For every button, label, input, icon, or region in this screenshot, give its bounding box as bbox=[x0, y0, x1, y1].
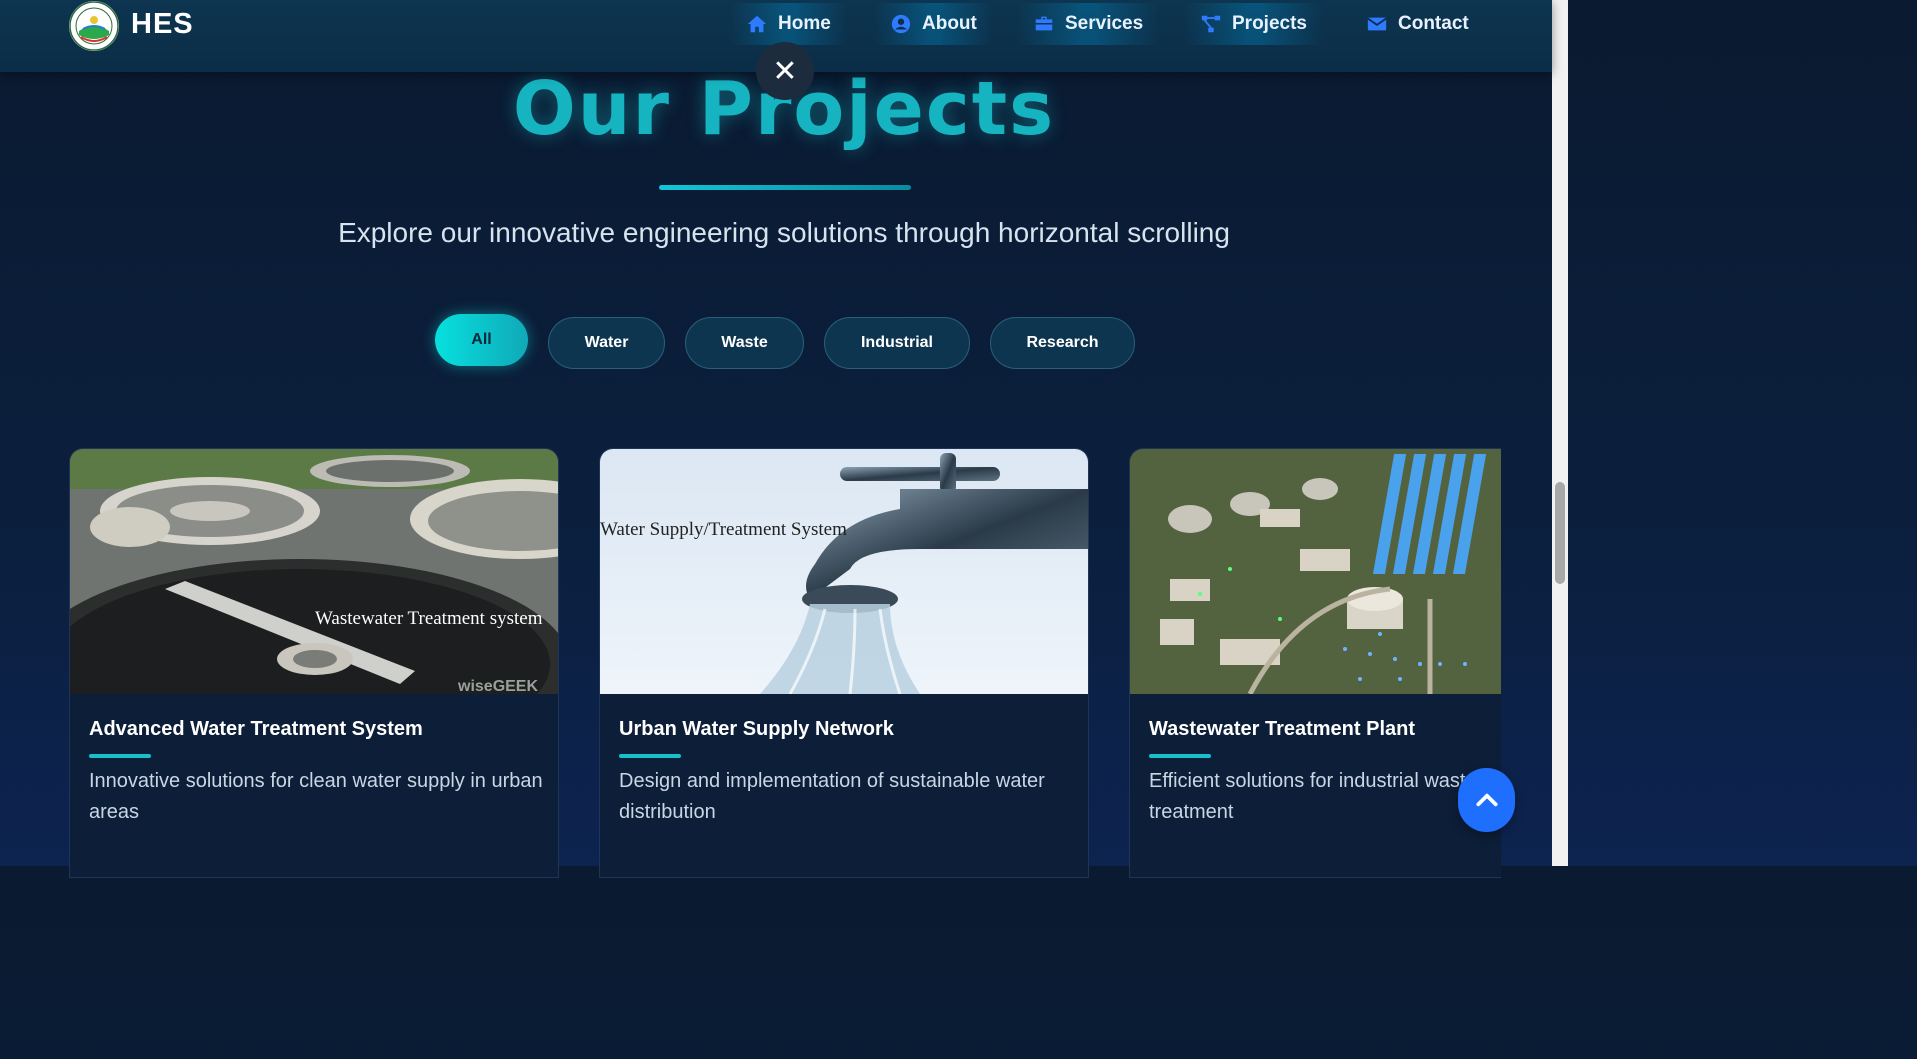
home-icon bbox=[747, 15, 767, 33]
filter-water[interactable]: Water bbox=[548, 317, 665, 369]
filter-research[interactable]: Research bbox=[990, 317, 1135, 369]
title-underline bbox=[659, 185, 911, 190]
image-caption: Wastewater Treatment system bbox=[315, 608, 543, 629]
project-description: Innovative solutions for clean water sup… bbox=[89, 770, 543, 823]
nav-services-label: Services bbox=[1065, 13, 1144, 34]
nav-contact-label: Contact bbox=[1398, 13, 1469, 34]
project-image: Water Supply/Treatment System bbox=[600, 449, 1088, 694]
close-button[interactable]: ✕ bbox=[756, 42, 814, 100]
project-description: Efficient solutions for industrial waste… bbox=[1149, 770, 1477, 823]
image-caption: Water Supply/Treatment System bbox=[600, 519, 847, 540]
project-diagram-icon bbox=[1201, 15, 1221, 33]
close-icon: ✕ bbox=[772, 54, 798, 88]
envelope-icon bbox=[1367, 17, 1387, 31]
image-watermark: wiseGEEK bbox=[457, 678, 538, 694]
scrollbar-track[interactable] bbox=[1552, 0, 1568, 866]
filter-industrial[interactable]: Industrial bbox=[824, 317, 970, 369]
filter-all[interactable]: All bbox=[435, 314, 528, 366]
title-accent-bar bbox=[1149, 754, 1211, 758]
filter-waste[interactable]: Waste bbox=[685, 317, 804, 369]
nav-home-label: Home bbox=[778, 13, 831, 34]
chevron-up-icon bbox=[1475, 793, 1498, 807]
project-card[interactable]: Wastewater Treatment Plant Efficient sol… bbox=[1129, 448, 1501, 878]
page-subtitle: Explore our innovative engineering solut… bbox=[338, 217, 1230, 248]
logo[interactable] bbox=[69, 1, 119, 51]
briefcase-icon bbox=[1035, 16, 1053, 31]
nav-about[interactable]: About bbox=[874, 3, 993, 45]
brand-name[interactable]: HES bbox=[131, 8, 194, 41]
nav-home[interactable]: Home bbox=[730, 3, 847, 45]
project-card[interactable]: Water Supply/Treatment System Urban Wate… bbox=[599, 448, 1089, 878]
project-title: Wastewater Treatment Plant bbox=[1149, 718, 1416, 740]
project-card[interactable]: Wastewater Treatment system wiseGEEK Adv… bbox=[69, 448, 559, 878]
scrollbar-thumb[interactable] bbox=[1555, 482, 1565, 584]
nav-about-label: About bbox=[922, 13, 977, 34]
nav-services[interactable]: Services bbox=[1017, 3, 1160, 45]
project-title: Urban Water Supply Network bbox=[619, 718, 894, 740]
project-description: Design and implementation of sustainable… bbox=[619, 770, 1045, 823]
project-title: Advanced Water Treatment System bbox=[89, 718, 423, 740]
title-accent-bar bbox=[89, 754, 151, 758]
nav-contact[interactable]: Contact bbox=[1350, 3, 1485, 45]
user-circle-icon bbox=[891, 14, 911, 34]
project-image bbox=[1130, 449, 1501, 694]
nav-projects[interactable]: Projects bbox=[1184, 3, 1323, 45]
nav-projects-label: Projects bbox=[1232, 13, 1307, 34]
logo-emblem-icon bbox=[69, 1, 119, 51]
project-image: Wastewater Treatment system wiseGEEK bbox=[70, 449, 558, 694]
back-to-top-button[interactable] bbox=[1458, 768, 1515, 832]
title-accent-bar bbox=[619, 754, 681, 758]
